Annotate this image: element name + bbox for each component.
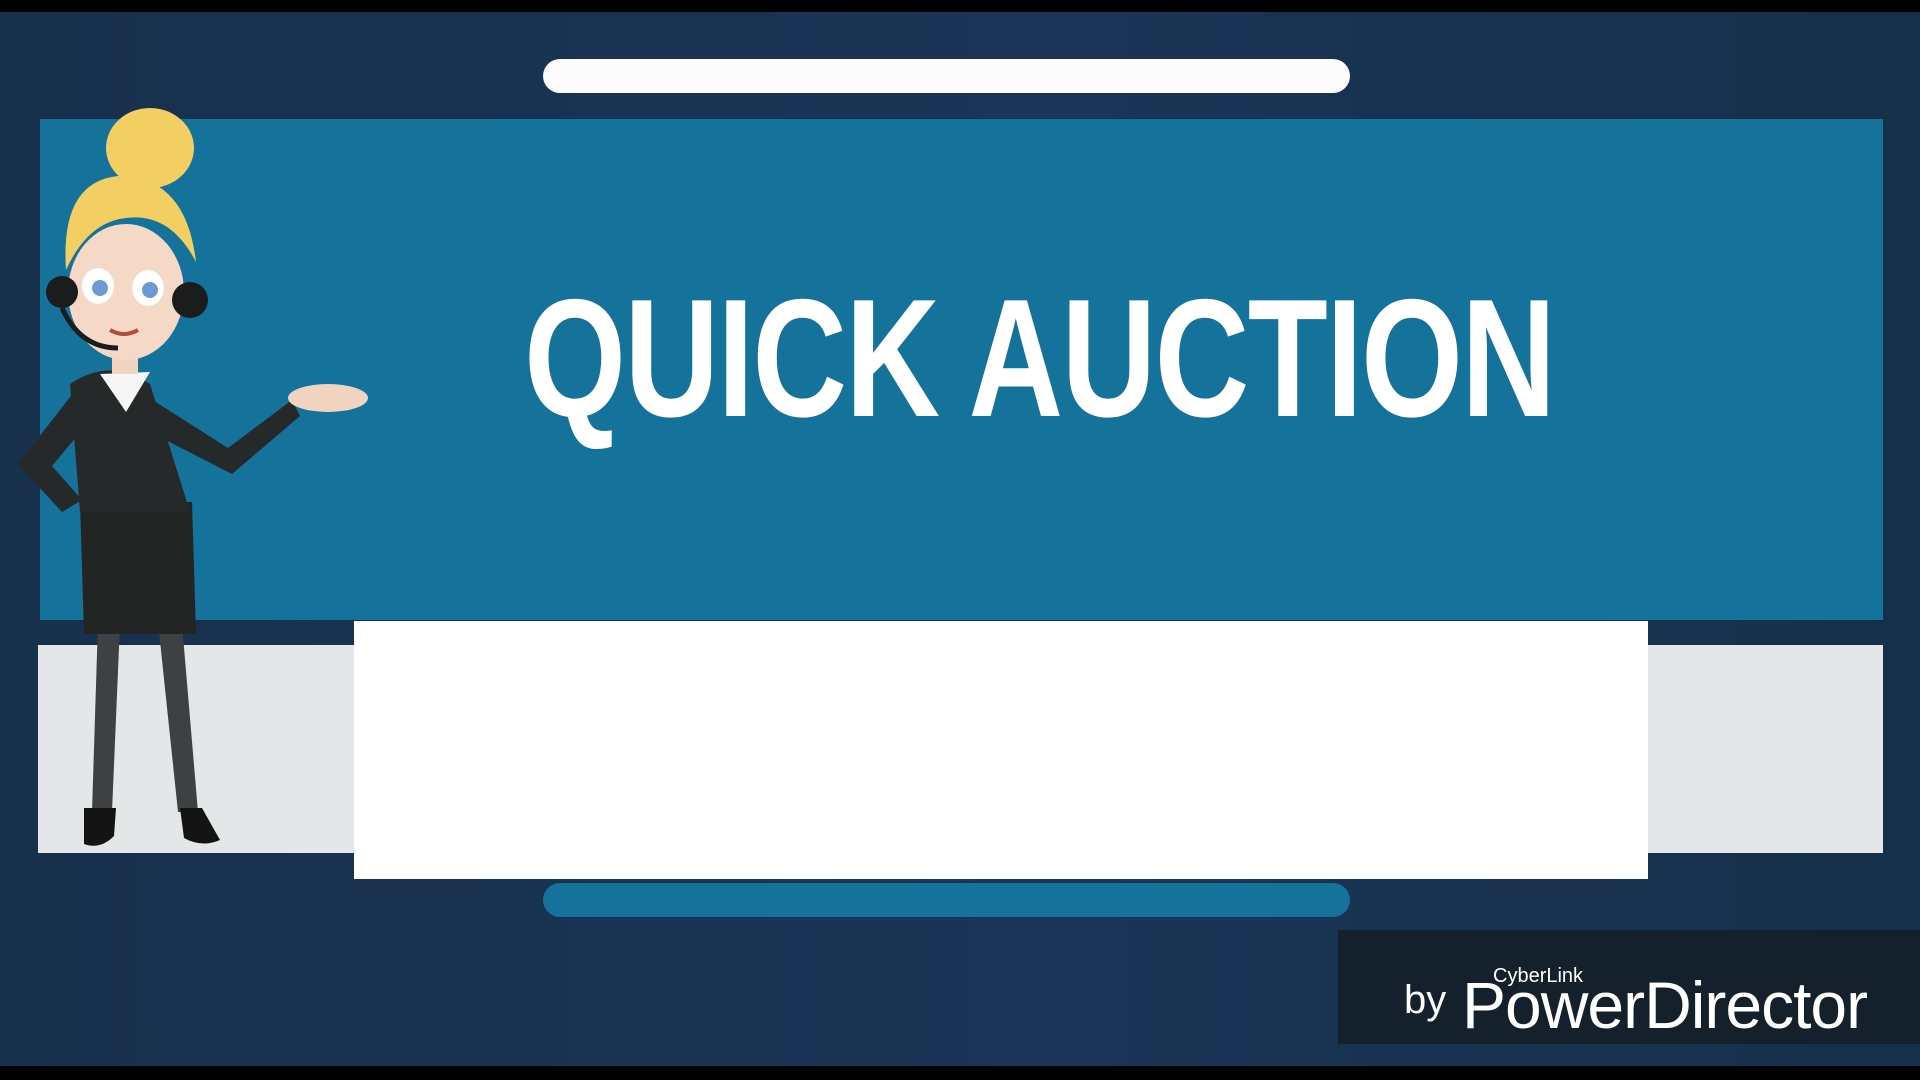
- powerdirector-watermark: by CyberLink PowerDirector: [1338, 930, 1920, 1044]
- presenter-hair-bun: [106, 108, 194, 188]
- presenter-leg-right: [158, 622, 198, 812]
- presenter-pupil-right: [142, 282, 158, 298]
- presenter-shoe-right: [180, 808, 220, 844]
- presenter-pupil-left: [92, 280, 108, 296]
- watermark-by: by: [1404, 978, 1447, 1022]
- presenter-headset-right: [172, 282, 208, 318]
- slide-title: QUICK AUCTION: [524, 264, 1556, 452]
- top-decorative-bar: [543, 59, 1350, 93]
- presenter-headset-left: [46, 276, 78, 308]
- presenter-shoe-left: [84, 808, 116, 846]
- presenter-skirt: [80, 502, 196, 634]
- presenter-illustration: [18, 108, 368, 846]
- presenter-hand-right: [288, 384, 368, 412]
- bottom-decorative-bar: [543, 883, 1350, 917]
- video-frame: QUICK AUCTION by CyberLink PowerDirector: [0, 12, 1920, 1066]
- presenter-leg-left: [92, 622, 120, 812]
- content-box: [354, 621, 1648, 879]
- watermark-brand: PowerDirector: [1462, 968, 1868, 1042]
